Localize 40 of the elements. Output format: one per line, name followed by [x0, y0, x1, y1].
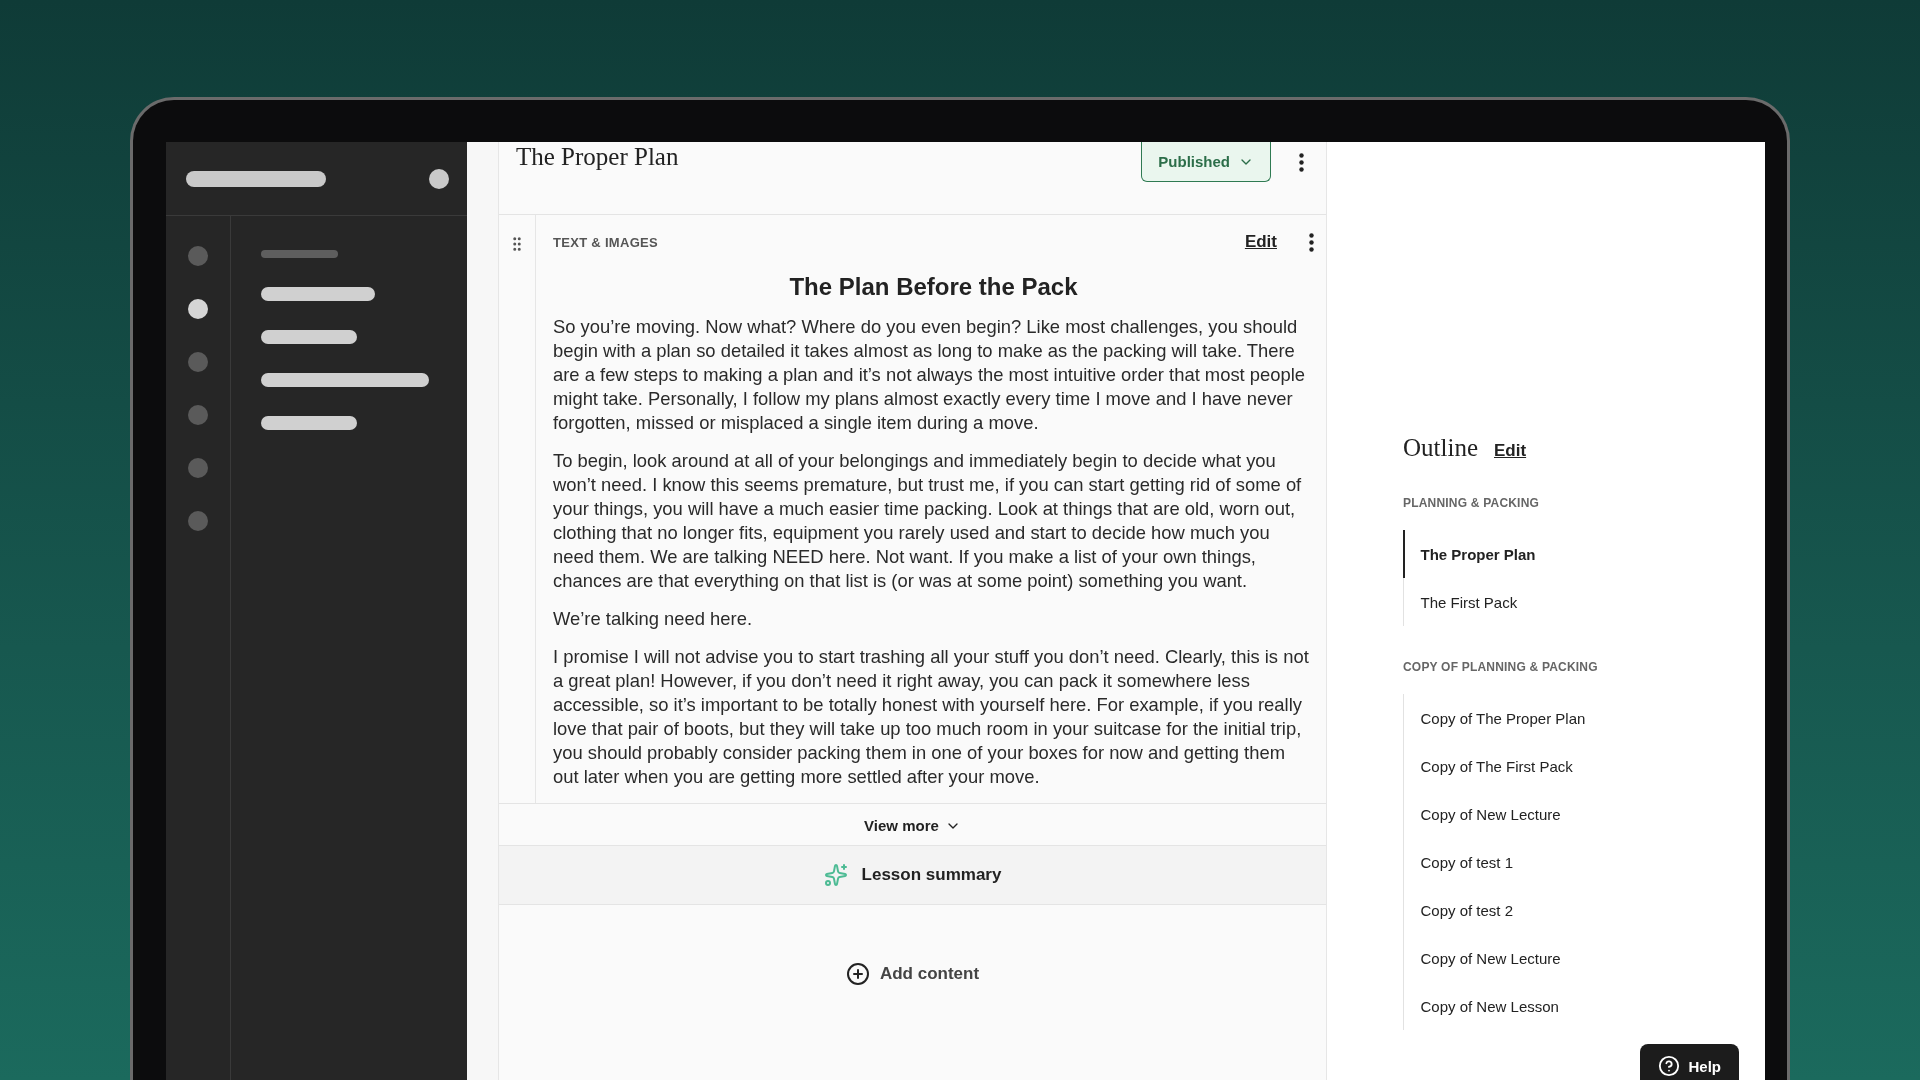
add-content-button[interactable]: Add content: [839, 961, 986, 987]
body-paragraph: We’re talking need here.: [553, 607, 753, 631]
outline-item[interactable]: Copy of New Lecture: [1402, 934, 1765, 982]
outline-item[interactable]: Copy of New Lesson: [1402, 982, 1765, 1030]
skeleton-dot: [188, 405, 208, 425]
more-options-icon: [1309, 232, 1314, 252]
sparkles-icon: [823, 863, 848, 887]
outline-item[interactable]: Copy of test 2: [1402, 886, 1765, 934]
outline-title: Outline: [1403, 434, 1478, 462]
view-more-button[interactable]: View more: [858, 816, 967, 835]
outline-item[interactable]: The First Pack: [1402, 578, 1765, 626]
body-paragraph: To begin, look around at all of your belongings and immediately begin to decide what you won’t need. I know this seems premature, but trust me, if you can start getting rid of some of your things, you will have a much easier time packing. Look at things that are old, worn out, clothing that no longer fits, equipment you rarely used and start to decide how much you need them. We are talking NEED here. Not want. If you make a list of your own things, chances are that everything on that list is (or was at some point) something you want.: [553, 449, 1303, 593]
outline-item[interactable]: Copy of The First Pack: [1402, 742, 1765, 790]
edit-link[interactable]: Edit: [1494, 441, 1527, 461]
skeleton-dot: [188, 352, 208, 372]
outline-item[interactable]: The Proper Plan: [1402, 530, 1765, 578]
body-paragraph: I promise I will not advise you to start trashing all your stuff you don’t need. Clearly, this is not a great plan! However, if you don’t need it right away, you can pack it somewhere less accessible, so it’s important to be totally honest with yourself here. For example, if you really love that pair of boots, but they will take up too much room in your suitcase for the initial trip, you should probably consider packing them in one of your boxes for now and getting them out later when you are getting more settled after your move.: [553, 645, 1310, 789]
more-options-button[interactable]: [1309, 232, 1314, 252]
section-title: COPY OF PLANNING & PACKING: [1403, 660, 1599, 674]
outline-item[interactable]: Copy of The Proper Plan: [1402, 694, 1765, 742]
skeleton-dot: [188, 246, 208, 266]
more-options-icon: [1299, 152, 1304, 172]
outline-item[interactable]: Copy of test 1: [1402, 838, 1765, 886]
skeleton-dot: [188, 299, 208, 319]
lesson-heading: The Plan Before the Pack: [788, 273, 1079, 301]
help-button[interactable]: Help: [1640, 1044, 1739, 1080]
skeleton-dot: [188, 458, 208, 478]
add-icon: [845, 962, 870, 986]
more-options-button[interactable]: [1299, 152, 1304, 172]
edit-link[interactable]: Edit: [1244, 232, 1277, 252]
page-title: The Proper Plan: [516, 142, 679, 171]
outline-item[interactable]: Copy of New Lecture: [1402, 790, 1765, 838]
section-title: PLANNING & PACKING: [1403, 496, 1541, 510]
skeleton-dot: [188, 511, 208, 531]
skeleton-dot: [429, 168, 449, 189]
lesson-summary-button[interactable]: Lesson summary: [499, 845, 1326, 905]
body-paragraph: So you’re moving. Now what? Where do you even begin? Like most challenges, you should begin with a plan so detailed it takes almost as long to make as the packing will take. There are a few steps to making a plan and it’s not always the most intuitive order that most people might take. Personally, I follow my plans almost exactly every time I move and I have never forgotten, missed or misplaced a single item during a move.: [553, 315, 1307, 435]
block-type-label: TEXT & IMAGES: [553, 234, 659, 250]
status-dropdown[interactable]: Published: [1141, 142, 1271, 182]
help-icon: [1658, 1055, 1681, 1077]
